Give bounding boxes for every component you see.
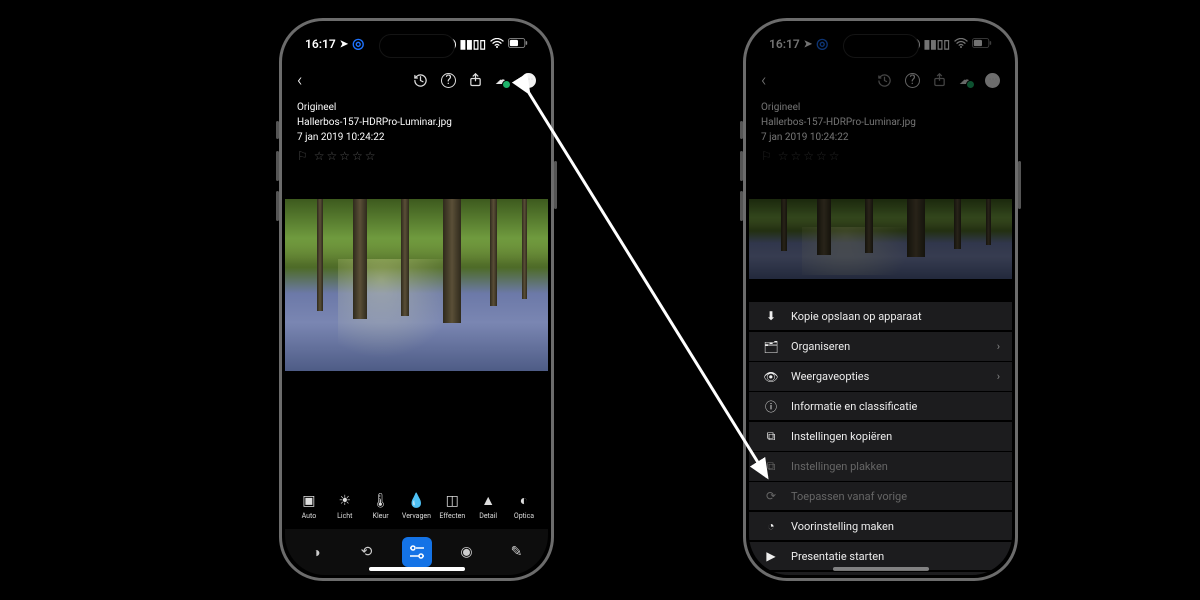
status-bar: 16:17 ➤ ◎ ✓ ▮▮▯▯ — [749, 24, 1012, 64]
tool-auto[interactable]: ▣Auto — [292, 493, 326, 520]
info-icon: ⓘ — [763, 398, 779, 415]
power-button — [554, 161, 557, 209]
cloud-sync-icon[interactable]: ☁ — [959, 73, 972, 88]
nav-presets[interactable]: ◑ — [302, 537, 332, 567]
menu-create-preset[interactable]: ◔Voorinstelling maken — [749, 512, 1012, 542]
preset-icon: ◔ — [763, 519, 779, 533]
chevron-right-icon: › — [997, 370, 1000, 383]
cloud-sync-icon[interactable]: ☁ — [495, 73, 508, 88]
status-bar: 16:17 ➤ ◎ ✓ ▮▮▯▯ — [285, 24, 548, 64]
power-button — [1018, 161, 1021, 209]
back-button[interactable]: ‹ — [761, 70, 766, 91]
annotation-arrow — [0, 0, 1200, 600]
app-toolbar: ‹ ? ☁ … — [285, 64, 548, 96]
clock: 16:17 — [769, 37, 800, 51]
tool-detail[interactable]: ▲Detail — [471, 493, 505, 520]
copy-icon: ⧉ — [763, 429, 779, 444]
nav-masking[interactable]: ◉ — [452, 537, 482, 567]
apply-icon: ⟳ — [763, 489, 779, 503]
battery-icon — [972, 37, 992, 51]
phone-mockup-left: 16:17 ➤ ◎ ✓ ▮▮▯▯ ‹ ? — [279, 18, 554, 581]
photo-metadata: Origineel Hallerbos-157-HDRPro-Luminar.j… — [749, 96, 1012, 165]
menu-app-settings[interactable]: ✱App-instellingen — [749, 572, 1012, 575]
sync-ok-icon: ✓ — [443, 38, 456, 51]
tool-blur[interactable]: 💧Vervagen — [399, 493, 433, 520]
menu-info[interactable]: ⓘInformatie en classificatie — [749, 392, 1012, 422]
flag-icon[interactable]: ⚐ — [761, 149, 774, 163]
mute-switch — [276, 121, 279, 139]
menu-paste-settings: ⧉Instellingen plakken — [749, 452, 1012, 482]
menu-copy-settings[interactable]: ⧉Instellingen kopiëren — [749, 422, 1012, 452]
phone-mockup-right: 16:17 ➤ ◎ ✓ ▮▮▯▯ ‹ ? ☁ — [743, 18, 1018, 581]
airdrop-icon: ◎ — [816, 36, 828, 52]
volume-down — [276, 191, 279, 221]
battery-icon — [508, 37, 528, 51]
cellular-icon: ▮▮▯▯ — [460, 37, 486, 51]
menu-organize[interactable]: 🗂Organiseren› — [749, 332, 1012, 362]
volume-up — [276, 151, 279, 181]
wifi-icon — [490, 37, 504, 51]
tool-light[interactable]: ☀Licht — [328, 493, 362, 520]
photo-preview[interactable] — [749, 199, 1012, 279]
datetime: 7 jan 2019 10:24:22 — [297, 130, 536, 145]
cellular-icon: ▮▮▯▯ — [924, 37, 950, 51]
download-icon: ⬇ — [763, 309, 779, 323]
history-icon[interactable] — [877, 73, 892, 88]
play-icon: ▶ — [763, 549, 779, 563]
wifi-icon — [954, 37, 968, 51]
menu-save-copy[interactable]: ⬇Kopie opslaan op apparaat — [749, 302, 1012, 332]
flag-icon[interactable]: ⚐ — [297, 149, 310, 163]
folders-icon: 🗂 — [763, 340, 779, 354]
more-menu-sheet: ⬇Kopie opslaan op apparaat 🗂Organiseren›… — [749, 302, 1012, 575]
photo-metadata: Origineel Hallerbos-157-HDRPro-Luminar.j… — [285, 96, 548, 165]
photo-preview[interactable] — [285, 199, 548, 371]
datetime: 7 jan 2019 10:24:22 — [761, 130, 1000, 145]
tool-optics[interactable]: ◐Optica — [507, 493, 541, 520]
paste-icon: ⧉ — [763, 459, 779, 474]
share-icon[interactable] — [469, 73, 482, 87]
menu-apply-previous: ⟳Toepassen vanaf vorige — [749, 482, 1012, 512]
nav-edit[interactable] — [402, 537, 432, 567]
eye-icon: 👁 — [763, 370, 779, 384]
origin-label: Origineel — [761, 100, 1000, 115]
airdrop-icon: ◎ — [352, 36, 364, 52]
back-button[interactable]: ‹ — [297, 70, 302, 91]
menu-view-options[interactable]: 👁Weergaveopties› — [749, 362, 1012, 392]
share-icon[interactable] — [933, 73, 946, 87]
edit-tools-bar: ▣Auto ☀Licht 🌡Kleur 💧Vervagen ◫Effecten … — [285, 483, 548, 529]
filename: Hallerbos-157-HDRPro-Luminar.jpg — [761, 115, 1000, 130]
location-icon: ➤ — [804, 39, 812, 50]
chevron-right-icon: › — [997, 340, 1000, 353]
help-icon[interactable]: ? — [905, 73, 920, 88]
nav-healing[interactable]: ✎ — [502, 537, 532, 567]
history-icon[interactable] — [413, 73, 428, 88]
home-indicator[interactable] — [369, 567, 465, 571]
home-indicator[interactable] — [833, 567, 929, 571]
app-toolbar: ‹ ? ☁ … — [749, 64, 1012, 96]
tool-effects[interactable]: ◫Effecten — [435, 493, 469, 520]
mute-switch — [740, 121, 743, 139]
volume-up — [740, 151, 743, 181]
more-button[interactable]: … — [521, 73, 536, 88]
sync-ok-icon: ✓ — [907, 38, 920, 51]
origin-label: Origineel — [297, 100, 536, 115]
location-icon: ➤ — [340, 39, 348, 50]
rating[interactable]: ⚐☆☆☆☆☆ — [761, 147, 1000, 165]
rating[interactable]: ⚐☆☆☆☆☆ — [297, 147, 536, 165]
nav-crop[interactable]: ⟲ — [352, 537, 382, 567]
clock: 16:17 — [305, 37, 336, 51]
more-button[interactable]: … — [985, 73, 1000, 88]
tool-color[interactable]: 🌡Kleur — [364, 493, 398, 520]
filename: Hallerbos-157-HDRPro-Luminar.jpg — [297, 115, 536, 130]
volume-down — [740, 191, 743, 221]
help-icon[interactable]: ? — [441, 73, 456, 88]
